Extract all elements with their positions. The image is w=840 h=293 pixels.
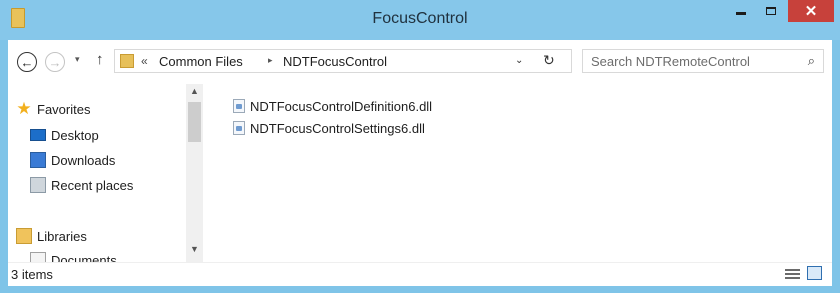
sidebar-item-libraries[interactable]: Libraries: [16, 226, 87, 246]
address-dropdown-icon[interactable]: ⌄: [515, 55, 523, 66]
sidebar-item-label: Downloads: [51, 152, 116, 168]
dll-file-icon: [233, 121, 245, 135]
sidebar-item-label: Recent places: [51, 177, 134, 193]
back-button[interactable]: ←: [17, 52, 37, 72]
recent-places-icon: [30, 177, 46, 193]
search-input[interactable]: [591, 54, 791, 69]
libraries-icon: [16, 228, 32, 244]
file-list: NDTFocusControlDefinition6.dll NDTFocusC…: [203, 84, 832, 262]
sidebar-item-documents[interactable]: Documents: [30, 250, 117, 262]
scrollbar-thumb[interactable]: [188, 102, 201, 142]
large-icons-view-icon[interactable]: [807, 266, 822, 280]
dll-file-icon: [233, 99, 245, 113]
file-name: NDTFocusControlDefinition6.dll: [250, 98, 433, 114]
folder-icon: [120, 54, 134, 68]
documents-icon: [30, 252, 46, 262]
star-icon: ★: [16, 99, 32, 118]
file-item[interactable]: NDTFocusControlDefinition6.dll: [233, 96, 432, 116]
sidebar-item-label: Documents: [51, 252, 117, 263]
desktop-icon: [30, 129, 46, 141]
address-toolbar: ← → ▾ ↑ « Common Files ▸ NDTFocusControl…: [8, 40, 832, 84]
sidebar-item-downloads[interactable]: Downloads: [30, 150, 115, 170]
navigation-pane-scrollbar[interactable]: ▲ ▼: [186, 84, 203, 262]
window-title: FocusControl: [372, 10, 468, 27]
maximize-icon: [766, 7, 776, 15]
refresh-icon[interactable]: ↻: [543, 52, 555, 69]
arrow-left-icon: ←: [20, 54, 34, 70]
arrow-right-icon: →: [48, 54, 62, 70]
arrow-up-icon: ↑: [96, 51, 104, 68]
breadcrumb-overflow-icon[interactable]: «: [141, 54, 148, 68]
close-icon: ✕: [804, 3, 818, 20]
chevron-down-icon: ▾: [75, 54, 80, 64]
search-icon[interactable]: ⌕: [808, 53, 815, 69]
title-bar[interactable]: FocusControl ✕: [0, 0, 840, 40]
scroll-down-icon[interactable]: ▼: [186, 244, 203, 254]
explorer-window: FocusControl ✕ ← → ▾ ↑ « Common Files ▸ …: [0, 0, 840, 293]
search-box[interactable]: ⌕: [582, 49, 824, 73]
explorer-content: ← → ▾ ↑ « Common Files ▸ NDTFocusControl…: [8, 40, 832, 286]
status-bar: 3 items: [8, 262, 832, 286]
sidebar-item-recent-places[interactable]: Recent places: [30, 175, 133, 195]
forward-button[interactable]: →: [45, 52, 65, 72]
address-bar[interactable]: « Common Files ▸ NDTFocusControl ⌄ ↻: [114, 49, 572, 73]
sidebar-item-label: Favorites: [37, 101, 91, 117]
file-item[interactable]: NDTFocusControlSettings6.dll: [233, 118, 425, 138]
up-button[interactable]: ↑: [96, 51, 104, 68]
sidebar-item-desktop[interactable]: Desktop: [30, 125, 99, 145]
navigation-pane: ★ Favorites Desktop Downloads Recent pla…: [8, 84, 186, 262]
sidebar-item-favorites[interactable]: ★ Favorites: [16, 99, 90, 119]
breadcrumb-common-files[interactable]: Common Files: [159, 54, 243, 69]
item-count: 3 items: [11, 267, 53, 282]
minimize-button[interactable]: [727, 0, 755, 22]
scroll-up-icon[interactable]: ▲: [186, 86, 203, 96]
sidebar-item-label: Libraries: [37, 228, 87, 244]
file-name: NDTFocusControlSettings6.dll: [250, 120, 425, 136]
breadcrumb-ndtfocuscontrol[interactable]: NDTFocusControl: [283, 54, 387, 69]
breadcrumb-separator-icon[interactable]: ▸: [268, 55, 273, 66]
maximize-button[interactable]: [757, 0, 785, 22]
sidebar-item-label: Desktop: [51, 127, 99, 143]
details-view-icon[interactable]: [785, 267, 800, 280]
downloads-icon: [30, 152, 46, 168]
minimize-icon: [736, 11, 746, 15]
close-button[interactable]: ✕: [788, 0, 834, 22]
recent-locations-button[interactable]: ▾: [75, 54, 80, 65]
